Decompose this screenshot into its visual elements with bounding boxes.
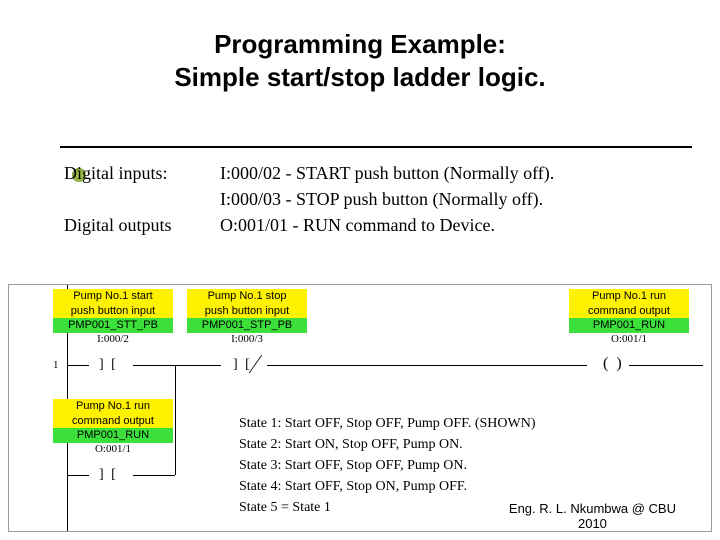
digital-outputs-label: Digital outputs: [64, 212, 220, 238]
stop-addr: I:000/3: [187, 333, 307, 346]
digital-input-2: I:000/03 - STOP push button (Normally of…: [220, 186, 700, 212]
title-underline: [60, 146, 692, 148]
run-seal-tagbox: Pump No.1 run command output PMP001_RUN …: [53, 399, 173, 456]
state-2: State 2: Start ON, Stop OFF, Pump ON.: [239, 434, 536, 455]
run-coil: ( ): [603, 355, 622, 373]
slide: Programming Example: Simple start/stop l…: [0, 0, 720, 540]
run-seal-desc-2: command output: [53, 414, 173, 429]
stop-tagbox: Pump No.1 stop push button input PMP001_…: [187, 289, 307, 346]
io-definitions: Digital inputs: I:000/02 - START push bu…: [64, 160, 700, 238]
run-seal-addr: O:001/1: [53, 443, 173, 456]
ladder-diagram: 1 Pump No.1 start push button input PMP0…: [8, 284, 712, 532]
run-out-tag: PMP001_RUN: [569, 318, 689, 333]
digital-output-1: O:001/01 - RUN command to Device.: [220, 212, 700, 238]
start-tagbox: Pump No.1 start push button input PMP001…: [53, 289, 173, 346]
run-out-desc-1: Pump No.1 run: [569, 289, 689, 304]
wire: [67, 475, 89, 476]
footer: Eng. R. L. Nkumbwa @ CBU 2010: [509, 501, 676, 532]
wire: [133, 475, 175, 476]
run-output-tagbox: Pump No.1 run command output PMP001_RUN …: [569, 289, 689, 346]
footer-line-1: Eng. R. L. Nkumbwa @ CBU: [509, 501, 676, 517]
run-seal-desc-1: Pump No.1 run: [53, 399, 173, 414]
state-list: State 1: Start OFF, Stop OFF, Pump OFF. …: [239, 413, 536, 518]
start-desc-2: push button input: [53, 304, 173, 319]
wire: [629, 365, 703, 366]
digital-input-1: I:000/02 - START push button (Normally o…: [220, 160, 700, 186]
state-3: State 3: Start OFF, Stop OFF, Pump ON.: [239, 455, 536, 476]
title-line-1: Programming Example:: [0, 28, 720, 61]
start-tag: PMP001_STT_PB: [53, 318, 173, 333]
run-seal-tag: PMP001_RUN: [53, 428, 173, 443]
wire: [133, 365, 221, 366]
start-contact-no: [99, 357, 118, 373]
stop-tag: PMP001_STP_PB: [187, 318, 307, 333]
wire: [267, 365, 587, 366]
digital-inputs-label: Digital inputs:: [64, 160, 220, 186]
stop-desc-1: Pump No.1 stop: [187, 289, 307, 304]
state-1: State 1: Start OFF, Stop OFF, Pump OFF. …: [239, 413, 536, 434]
wire: [67, 365, 89, 366]
stop-desc-2: push button input: [187, 304, 307, 319]
state-5: State 5 = State 1: [239, 497, 536, 518]
stop-contact-nc: [233, 357, 252, 373]
run-out-desc-2: command output: [569, 304, 689, 319]
run-seal-contact-no: [99, 467, 118, 483]
rung-number: 1: [53, 359, 59, 371]
title-line-2: Simple start/stop ladder logic.: [0, 61, 720, 94]
slide-title: Programming Example: Simple start/stop l…: [0, 0, 720, 93]
footer-line-2: 2010: [509, 516, 676, 532]
wire: [175, 365, 176, 475]
start-desc-1: Pump No.1 start: [53, 289, 173, 304]
run-out-addr: O:001/1: [569, 333, 689, 346]
start-addr: I:000/2: [53, 333, 173, 346]
state-4: State 4: Start OFF, Stop ON, Pump OFF.: [239, 476, 536, 497]
